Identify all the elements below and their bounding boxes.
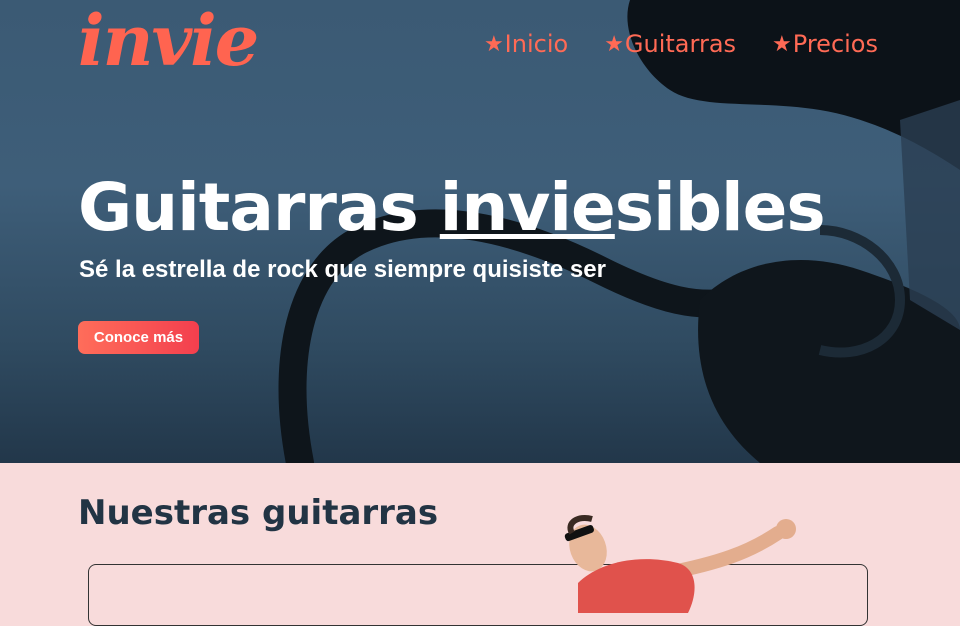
rocker-image <box>564 515 796 613</box>
main-nav: ★ Inicio ★ Guitarras ★ Precios <box>484 30 878 58</box>
nav-item-inicio[interactable]: ★ Inicio <box>484 30 568 58</box>
star-icon: ★ <box>483 31 504 57</box>
learn-more-button[interactable]: Conoce más <box>78 321 199 354</box>
hero-title-highlight: invie <box>439 169 616 246</box>
section-title: Nuestras guitarras <box>78 493 439 533</box>
hero-subtitle: Sé la estrella de rock que siempre quisi… <box>79 256 606 283</box>
hero-title-end: sibles <box>614 169 826 246</box>
nav-item-guitarras[interactable]: ★ Guitarras <box>604 30 736 58</box>
hero-title-start: Guitarras <box>78 169 440 246</box>
nav-item-label: Inicio <box>504 30 569 58</box>
nav-item-label: Precios <box>792 30 878 58</box>
nav-item-precios[interactable]: ★ Precios <box>772 30 878 58</box>
hero-title: Guitarras inviesibles <box>78 169 826 246</box>
star-icon: ★ <box>772 31 792 57</box>
nav-item-label: Guitarras <box>624 30 737 58</box>
guitars-section: Nuestras guitarras <box>0 463 960 626</box>
hero-banner: invie ★ Inicio ★ Guitarras ★ Precios Gui… <box>0 0 960 463</box>
brand-logo[interactable]: invie <box>78 6 259 76</box>
star-icon: ★ <box>604 31 624 57</box>
